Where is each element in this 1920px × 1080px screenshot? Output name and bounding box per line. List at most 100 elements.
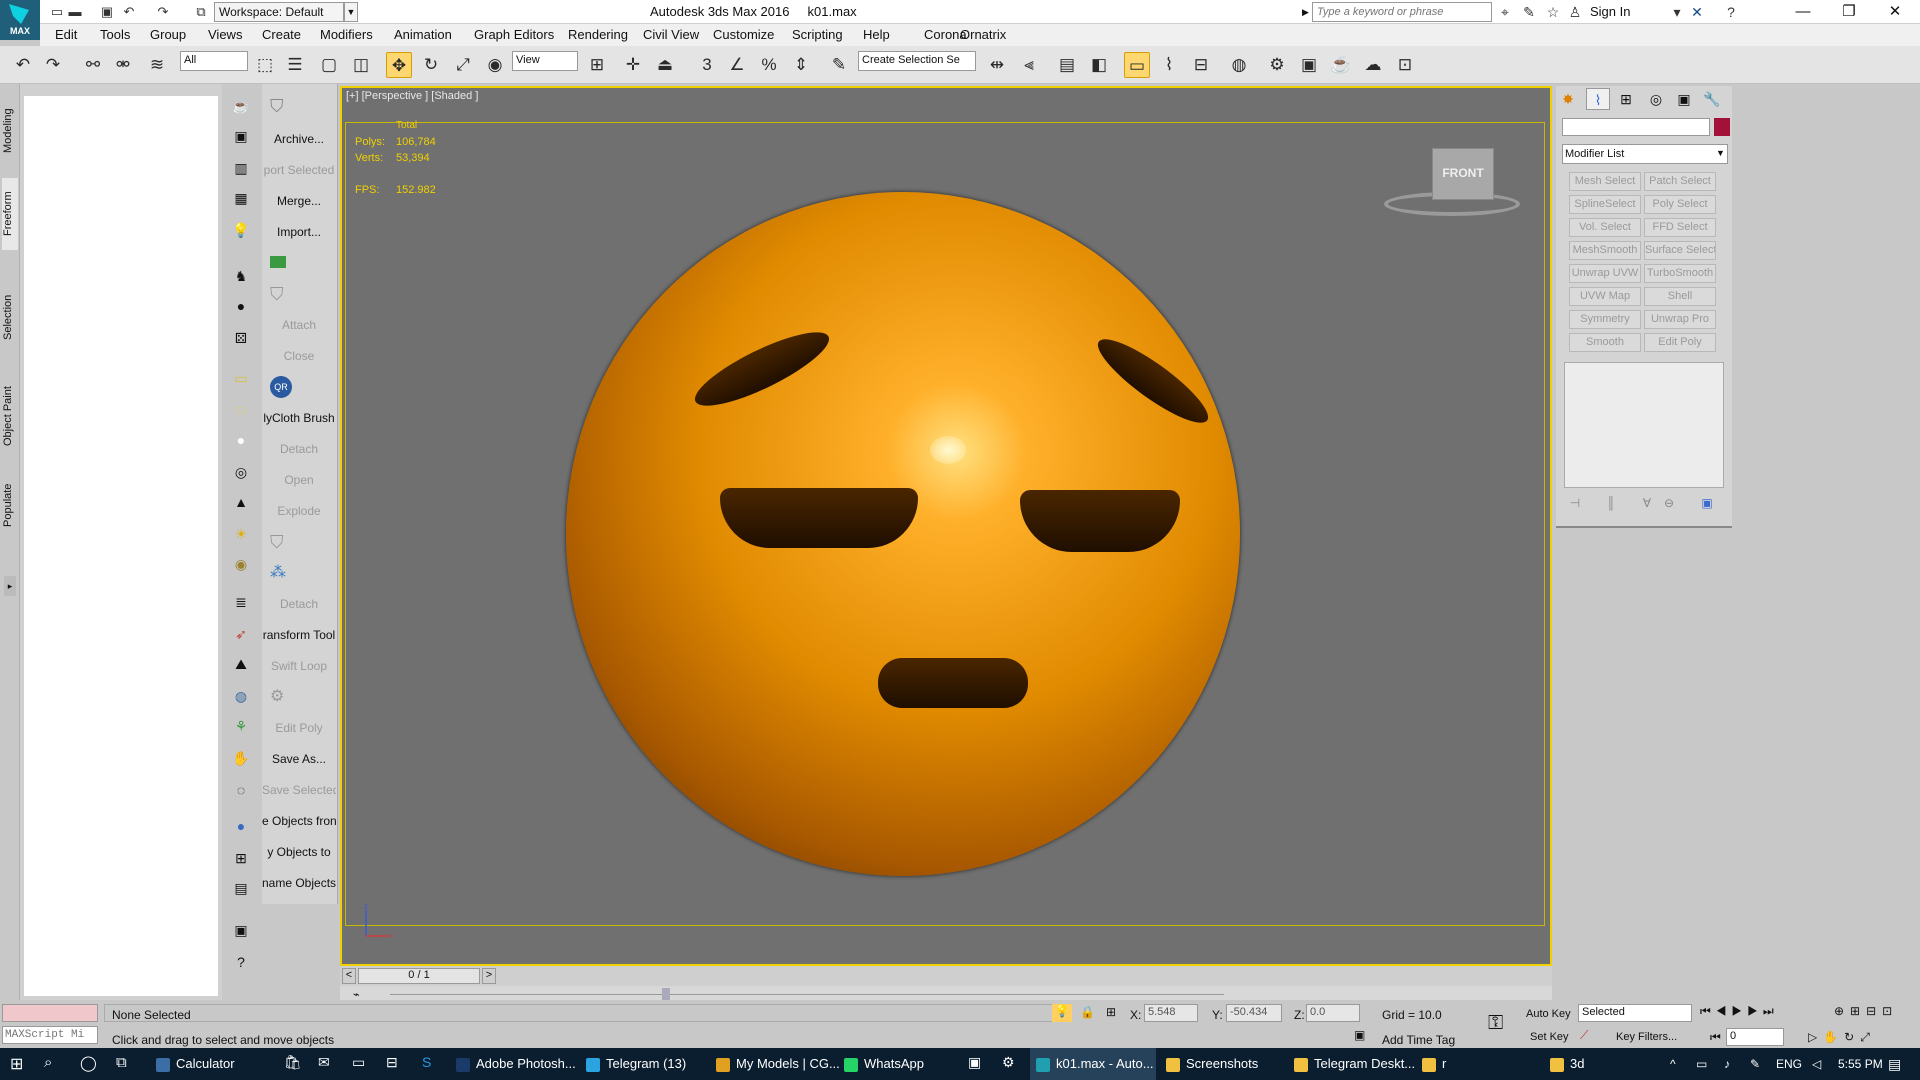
mountain-icon[interactable]: ⛰ bbox=[229, 652, 253, 676]
menu-create[interactable]: Create bbox=[262, 27, 301, 42]
taskbar-item[interactable]: Telegram Deskt... bbox=[1288, 1048, 1415, 1080]
keyboard-shortcut-override-icon[interactable]: ⏏ bbox=[652, 52, 678, 78]
absolute-mode-icon[interactable]: ⊞ bbox=[1106, 1005, 1116, 1019]
windows-start-icon[interactable]: ⊞ bbox=[10, 1054, 23, 1074]
menu-civil-view[interactable]: Civil View bbox=[643, 27, 699, 42]
project-folder-icon[interactable]: ⧉ bbox=[192, 3, 210, 21]
select-by-name-icon[interactable]: ☰ bbox=[282, 52, 308, 78]
open-file-icon[interactable]: ▬ bbox=[66, 3, 84, 21]
taskbar-item[interactable]: 3d bbox=[1544, 1048, 1650, 1080]
detach-button-2[interactable]: Detach bbox=[262, 597, 336, 611]
tab-motion-icon[interactable]: ◎ bbox=[1644, 88, 1668, 110]
qr-icon[interactable]: QR bbox=[270, 376, 292, 398]
configure-modifier-sets-icon[interactable]: ▣ bbox=[1698, 496, 1716, 512]
menu-modifiers[interactable]: Modifiers bbox=[320, 27, 373, 42]
time-next-button[interactable]: > bbox=[482, 968, 496, 984]
modifier-button[interactable]: Poly Select bbox=[1644, 195, 1716, 214]
open-button[interactable]: Open bbox=[262, 473, 336, 487]
cortana-icon[interactable]: ◯ bbox=[80, 1054, 97, 1072]
volume-icon[interactable]: ♪ bbox=[1724, 1048, 1730, 1080]
ball-icon[interactable]: ● bbox=[229, 814, 253, 838]
playback-controls[interactable]: ⏮◀▶▶⏭ bbox=[1700, 1004, 1779, 1019]
stack-icon[interactable]: ≣ bbox=[229, 590, 253, 614]
scene-explorer-icon[interactable]: ▤ bbox=[1054, 52, 1080, 78]
isolate-selection-icon[interactable]: 💡 bbox=[1052, 1004, 1072, 1022]
green-box-icon[interactable] bbox=[270, 256, 286, 268]
taskbar-item[interactable]: Calculator bbox=[150, 1048, 276, 1080]
ribbon-collapse-icon[interactable]: ▸ bbox=[4, 576, 16, 596]
rendered-frame-window-icon[interactable]: ▣ bbox=[1296, 52, 1322, 78]
hand-icon[interactable]: ✋ bbox=[229, 746, 253, 770]
pin-stack-icon[interactable]: ⊣ bbox=[1566, 496, 1584, 512]
unlink-icon[interactable]: ⚮ bbox=[110, 52, 136, 78]
menu-customize[interactable]: Customize bbox=[713, 27, 774, 42]
plane-icon[interactable]: ▭ bbox=[229, 366, 253, 390]
explode-button[interactable]: Explode bbox=[262, 504, 336, 518]
help-icon[interactable]: ? bbox=[1722, 3, 1740, 21]
save-file-icon[interactable]: ▣ bbox=[98, 3, 116, 21]
save-icon[interactable]: ▣ bbox=[229, 124, 253, 148]
tab-selection[interactable]: Selection bbox=[2, 284, 18, 350]
network-drive-icon[interactable]: ⊟ bbox=[386, 1054, 398, 1071]
menu-rendering[interactable]: Rendering bbox=[568, 27, 628, 42]
material-editor-icon[interactable]: ◍ bbox=[1226, 52, 1252, 78]
close-button[interactable]: Close bbox=[262, 349, 336, 363]
communication-center-icon[interactable]: ✎ bbox=[1520, 3, 1538, 21]
swift-loop-button[interactable]: Swift Loop bbox=[262, 659, 336, 673]
copy-objects-button[interactable]: y Objects to bbox=[262, 845, 336, 859]
lock-icon[interactable]: 🔒 bbox=[1080, 1005, 1095, 1019]
mirror-icon[interactable]: ⇹ bbox=[984, 52, 1010, 78]
character-icon[interactable]: ♞ bbox=[229, 264, 253, 288]
grid-icon[interactable]: ▦ bbox=[229, 186, 253, 210]
exchange-icon[interactable]: ✕ bbox=[1688, 3, 1706, 21]
workspace-dropdown[interactable]: Workspace: Default bbox=[214, 2, 344, 22]
export-selected-button[interactable]: port Selected bbox=[262, 163, 336, 177]
maxscript-listener-output[interactable] bbox=[2, 1004, 98, 1022]
modifier-button[interactable]: Unwrap UVW bbox=[1569, 264, 1641, 283]
menu-ornatrix[interactable]: Ornatrix bbox=[960, 27, 1006, 42]
object-name-field[interactable] bbox=[1562, 118, 1710, 136]
taskbar-item[interactable]: My Models | CG... bbox=[710, 1048, 840, 1080]
render-in-cloud-icon[interactable]: ⊡ bbox=[1392, 52, 1418, 78]
taskbar-item[interactable]: k01.max - Auto... bbox=[1030, 1048, 1156, 1080]
new-file-icon[interactable]: ▭ bbox=[48, 3, 66, 21]
z-coordinate-field[interactable]: 0.0 bbox=[1306, 1004, 1360, 1022]
tab-modeling[interactable]: Modeling bbox=[2, 96, 18, 166]
teapot-icon[interactable]: ☕ bbox=[229, 94, 253, 118]
tab-modify-icon[interactable]: ⌇ bbox=[1586, 88, 1610, 110]
select-and-scale-icon[interactable]: ⤢ bbox=[450, 52, 476, 78]
select-and-place-icon[interactable]: ◉ bbox=[482, 52, 508, 78]
modifier-button[interactable]: UVW Map bbox=[1569, 287, 1641, 306]
particles-icon[interactable]: ⁂ bbox=[270, 562, 286, 582]
modifier-button[interactable]: MeshSmooth bbox=[1569, 241, 1641, 260]
attach-button[interactable]: Attach bbox=[262, 318, 336, 332]
search-icon[interactable]: ⌕ bbox=[44, 1054, 52, 1071]
app-icon[interactable]: ▣ bbox=[968, 1054, 981, 1071]
user-icon[interactable]: ♙ bbox=[1566, 3, 1584, 21]
rectangular-region-icon[interactable]: ▢ bbox=[316, 52, 342, 78]
ring-icon[interactable]: ◌ bbox=[229, 778, 253, 802]
save-as-button[interactable]: Save As... bbox=[262, 752, 336, 766]
undo-icon[interactable]: ↶ bbox=[10, 52, 36, 78]
search-expand-icon[interactable]: ▶ bbox=[1302, 2, 1312, 22]
pivot-center-icon[interactable]: ⊞ bbox=[584, 52, 610, 78]
modifier-button[interactable]: Patch Select bbox=[1644, 172, 1716, 191]
link-icon[interactable]: ⚯ bbox=[80, 52, 106, 78]
toggle-ribbon-icon[interactable]: ▭ bbox=[1124, 52, 1150, 78]
dice-icon[interactable]: ⚄ bbox=[229, 326, 253, 350]
modifier-button[interactable]: SplineSelect bbox=[1569, 195, 1641, 214]
y-coordinate-field[interactable]: -50.434 bbox=[1226, 1004, 1282, 1022]
mail-icon[interactable]: ✉ bbox=[318, 1054, 330, 1071]
render-node-icon[interactable]: ▤ bbox=[229, 876, 253, 900]
clock[interactable]: 5:55 PM bbox=[1838, 1048, 1883, 1080]
select-and-rotate-icon[interactable]: ↻ bbox=[418, 52, 444, 78]
menu-edit[interactable]: Edit bbox=[55, 27, 77, 42]
menu-help[interactable]: Help bbox=[863, 27, 890, 42]
tab-hierarchy-icon[interactable]: ⊞ bbox=[1614, 88, 1638, 110]
batch-icon[interactable]: ▣ bbox=[229, 918, 253, 942]
window-crossing-icon[interactable]: ◫ bbox=[348, 52, 374, 78]
percent-snap-icon[interactable]: % bbox=[756, 52, 782, 78]
rocket-icon[interactable]: ➶ bbox=[229, 622, 253, 646]
close-icon[interactable]: ✕ bbox=[1872, 0, 1918, 24]
auto-key-button[interactable]: Auto Key bbox=[1526, 1008, 1571, 1020]
